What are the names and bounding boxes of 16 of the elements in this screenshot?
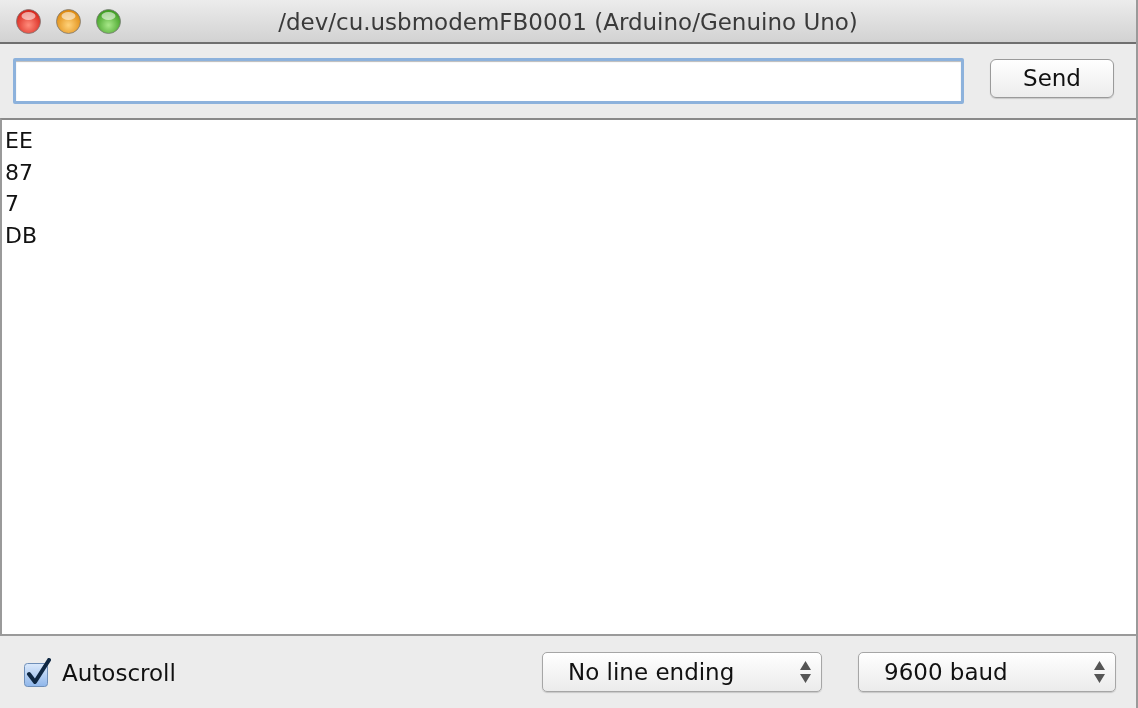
up-down-arrows-icon [800, 661, 811, 683]
autoscroll-checkbox[interactable] [24, 658, 51, 688]
input-field[interactable] [13, 58, 964, 104]
output-line: 87 [5, 158, 33, 187]
up-down-arrows-icon [1094, 661, 1105, 683]
output-line: 7 [5, 190, 19, 218]
window-title: /dev/cu.usbmodemFB0001 (Arduino/Genuino Uno) [278, 8, 858, 35]
send-button[interactable]: Send [990, 58, 1114, 98]
checkbox-label: Autoscroll [62, 660, 176, 686]
maximize-icon[interactable] [96, 8, 121, 34]
baud-rate-dropdown[interactable]: 9600 baud [858, 652, 1116, 692]
minimize-icon[interactable] [56, 8, 81, 34]
close-icon[interactable] [16, 8, 41, 34]
line-ending-dropdown[interactable]: No line ending [542, 652, 822, 692]
output-line: DB [5, 221, 38, 250]
output-line: EE [5, 127, 33, 155]
